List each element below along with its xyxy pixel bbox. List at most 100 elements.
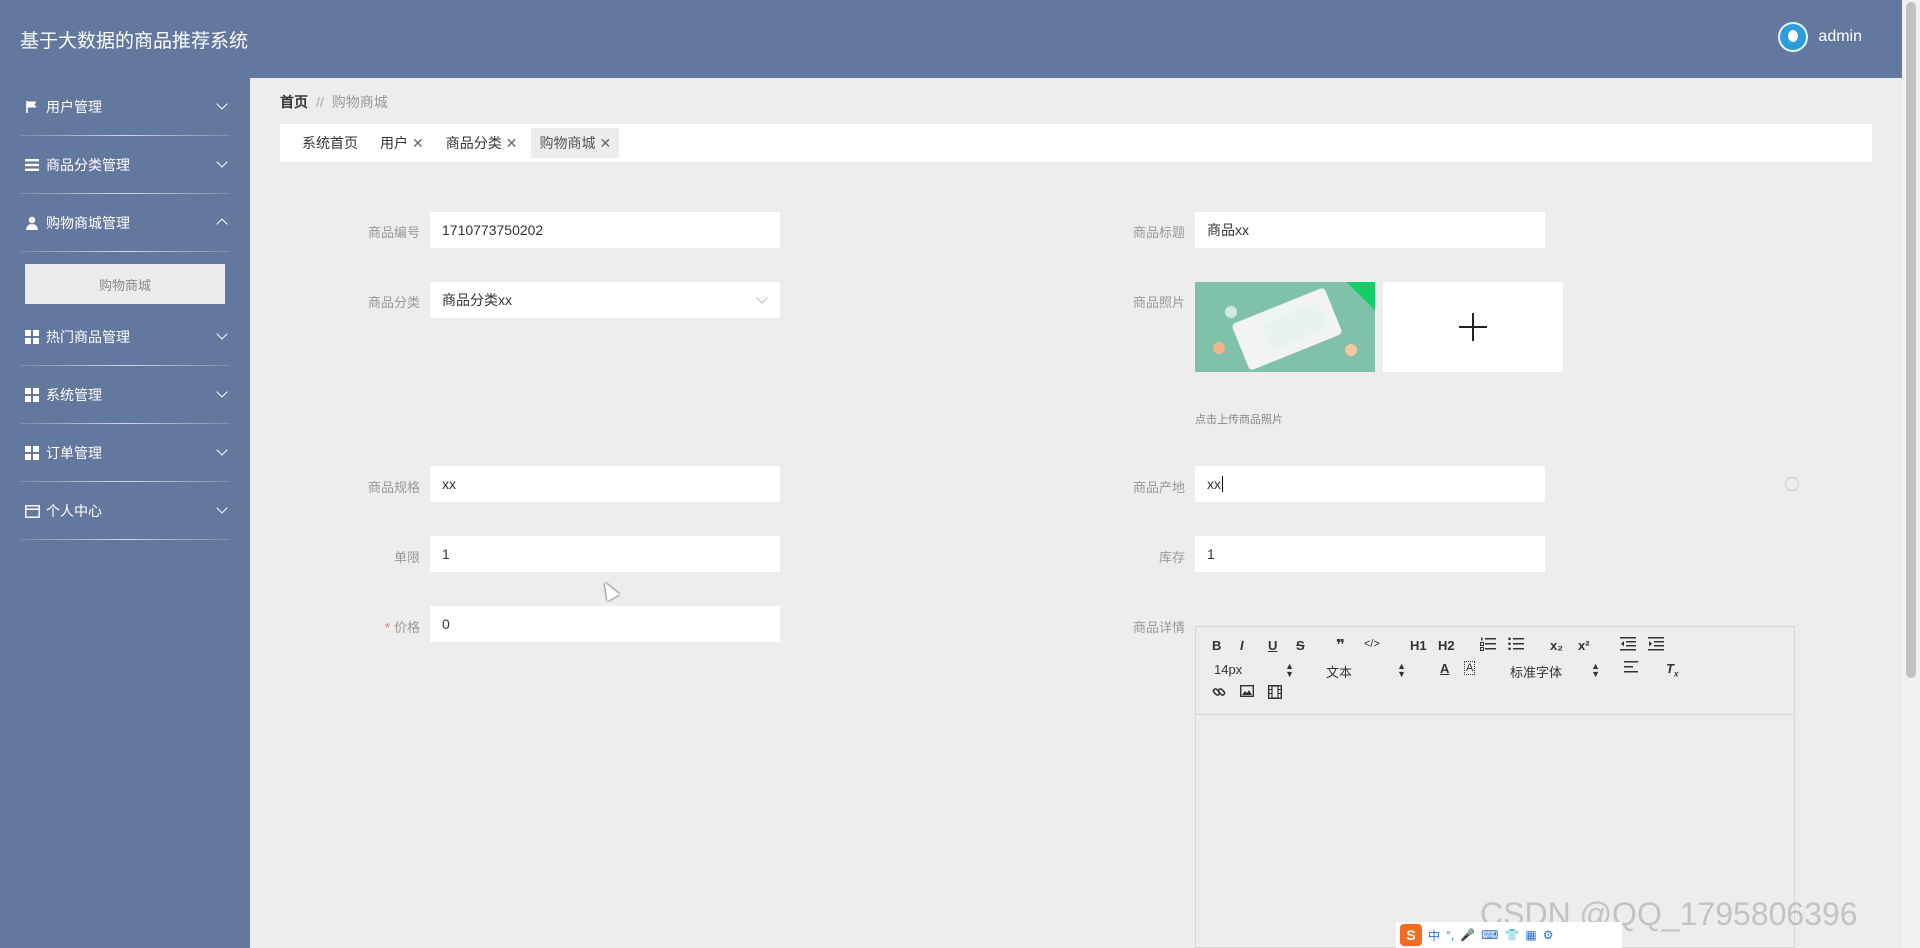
block-type-select[interactable]: 文本 ▲ ▼ xyxy=(1326,662,1406,681)
font-size-select[interactable]: 14px ▲ ▼ xyxy=(1214,662,1294,679)
spec-label: 商品规格 xyxy=(367,480,420,495)
ime-punctuation-icon[interactable]: °, xyxy=(1446,928,1454,942)
upload-hint: 点击上传商品照片 xyxy=(1195,414,1283,426)
mouse-cursor-icon xyxy=(598,578,620,602)
chevron-down-icon xyxy=(756,292,768,304)
scrollbar-thumb[interactable] xyxy=(1906,2,1916,678)
submenu-mall: 购物商城 xyxy=(0,252,250,308)
tab-category[interactable]: 商品分类 ✕ xyxy=(438,128,526,158)
tab-label: 购物商城 xyxy=(539,135,596,151)
avatar[interactable] xyxy=(1778,22,1809,52)
breadcrumb-home[interactable]: 首页 xyxy=(280,94,308,110)
ime-keyboard-icon[interactable]: ⌨ xyxy=(1481,928,1498,942)
outdent-button[interactable] xyxy=(1620,637,1636,654)
image-icon xyxy=(1239,684,1255,698)
user-menu[interactable]: admin xyxy=(1778,22,1862,52)
underline-button[interactable]: U xyxy=(1268,638,1277,653)
thumb-dot xyxy=(1213,342,1225,354)
tab-label: 用户 xyxy=(380,135,408,151)
sidebar-item-profile[interactable]: 个人中心 xyxy=(0,482,250,540)
origin-input[interactable]: xx xyxy=(1195,466,1545,502)
spec-input[interactable]: xx xyxy=(430,466,780,502)
bullet-list-icon xyxy=(1508,637,1524,651)
strike-button[interactable]: S xyxy=(1296,638,1305,653)
clear-format-button[interactable]: Tx xyxy=(1666,661,1678,679)
username[interactable]: admin xyxy=(1818,28,1862,46)
close-icon[interactable]: ✕ xyxy=(412,135,424,152)
ime-toolbox-icon[interactable]: ▦ xyxy=(1525,928,1536,942)
sidebar-item-system[interactable]: 系统管理 xyxy=(0,366,250,424)
sidebar-item-hot-goods[interactable]: 热门商品管理 xyxy=(0,308,250,366)
product-photo-thumbnail[interactable] xyxy=(1195,282,1375,372)
font-family-select[interactable]: 标准字体 ▲ ▼ xyxy=(1510,661,1600,681)
close-icon[interactable]: ✕ xyxy=(506,135,518,152)
sidebar: 用户管理 商品分类管理 购物商城管理 购物商城 热门商品管理 系统管理 订单管理… xyxy=(0,78,250,948)
ime-toolbar: S 中 °, 🎤 ⌨ 👕 ▦ ⚙ xyxy=(1396,922,1622,948)
limit-label: 单限 xyxy=(393,550,420,565)
image-button[interactable] xyxy=(1239,684,1255,700)
bold-button[interactable]: B xyxy=(1212,638,1221,653)
sidebar-item-orders[interactable]: 订单管理 xyxy=(0,424,250,482)
card-icon xyxy=(24,504,40,518)
tab-mall[interactable]: 购物商城 ✕ xyxy=(531,128,620,158)
ime-mic-icon[interactable]: 🎤 xyxy=(1460,928,1475,942)
detail-label: 商品详情 xyxy=(1132,620,1185,635)
price-input[interactable]: 0 xyxy=(430,606,780,642)
thumb-dot xyxy=(1345,344,1357,356)
indent-button[interactable] xyxy=(1648,637,1664,654)
origin-value: xx xyxy=(1207,476,1221,492)
thumb-dot xyxy=(1225,306,1237,318)
editor-toolbar: B I U S ❞ </> H1 H2 x₂ x² 14px ▲ ▼ 文本 ▲ ▼ … xyxy=(1196,627,1794,715)
clear-icon[interactable] xyxy=(1785,477,1799,491)
code-button[interactable]: </> xyxy=(1364,638,1380,650)
tab-user[interactable]: 用户 ✕ xyxy=(372,128,432,158)
limit-input[interactable]: 1 xyxy=(430,536,780,572)
category-label: 商品分类 xyxy=(367,295,420,310)
align-button[interactable] xyxy=(1624,661,1638,676)
tab-home[interactable]: 系统首页 xyxy=(294,128,366,158)
breadcrumb: 首页 // 购物商城 xyxy=(280,92,388,112)
video-button[interactable] xyxy=(1267,684,1283,702)
superscript-button[interactable]: x² xyxy=(1578,638,1590,653)
updown-icon: ▲ ▼ xyxy=(1591,661,1600,679)
indent-icon xyxy=(1648,637,1664,651)
tab-bar: 系统首页 用户 ✕ 商品分类 ✕ 购物商城 ✕ xyxy=(280,124,1872,162)
h1-button[interactable]: H1 xyxy=(1410,638,1427,653)
background-color-button[interactable]: A xyxy=(1464,661,1476,675)
block-type-value: 文本 xyxy=(1326,665,1353,680)
goods-no-input[interactable]: 1710773750202 xyxy=(430,212,780,248)
link-button[interactable] xyxy=(1212,685,1226,702)
sidebar-item-user-management[interactable]: 用户管理 xyxy=(0,78,250,136)
stock-label: 库存 xyxy=(1158,550,1185,565)
upload-success-badge xyxy=(1346,282,1375,311)
align-left-icon xyxy=(1624,661,1638,673)
goods-title-input[interactable]: 商品xx xyxy=(1195,212,1545,248)
bullet-list-button[interactable] xyxy=(1508,637,1524,654)
h2-button[interactable]: H2 xyxy=(1438,638,1455,653)
flag-icon xyxy=(24,100,40,114)
stock-input[interactable]: 1 xyxy=(1195,536,1545,572)
ordered-list-button[interactable] xyxy=(1480,637,1496,654)
page-scrollbar[interactable] xyxy=(1902,0,1920,948)
grid-icon xyxy=(24,388,40,402)
subscript-button[interactable]: x₂ xyxy=(1550,638,1563,653)
sidebar-item-category-management[interactable]: 商品分类管理 xyxy=(0,136,250,194)
ime-logo[interactable]: S xyxy=(1400,924,1422,946)
sidebar-item-mall-management[interactable]: 购物商城管理 xyxy=(0,194,250,252)
ime-skin-icon[interactable]: 👕 xyxy=(1504,928,1519,942)
text-color-button[interactable]: A xyxy=(1440,661,1449,676)
breadcrumb-current: 购物商城 xyxy=(331,94,388,110)
ime-lang[interactable]: 中 xyxy=(1428,927,1440,944)
category-selected-value: 商品分类xx xyxy=(442,292,512,308)
ime-settings-icon[interactable]: ⚙ xyxy=(1543,928,1554,942)
submenu-item-mall[interactable]: 购物商城 xyxy=(25,264,225,304)
top-header: 基于大数据的商品推荐系统 admin xyxy=(0,0,1902,78)
quote-button[interactable]: ❞ xyxy=(1336,636,1345,654)
close-icon[interactable]: ✕ xyxy=(599,135,611,152)
grid-icon xyxy=(24,330,40,344)
plus-icon xyxy=(1459,326,1487,328)
italic-button[interactable]: I xyxy=(1240,638,1244,653)
upload-photo-button[interactable] xyxy=(1383,282,1563,372)
category-select[interactable]: 商品分类xx xyxy=(430,282,780,318)
ordered-list-icon xyxy=(1480,637,1496,651)
